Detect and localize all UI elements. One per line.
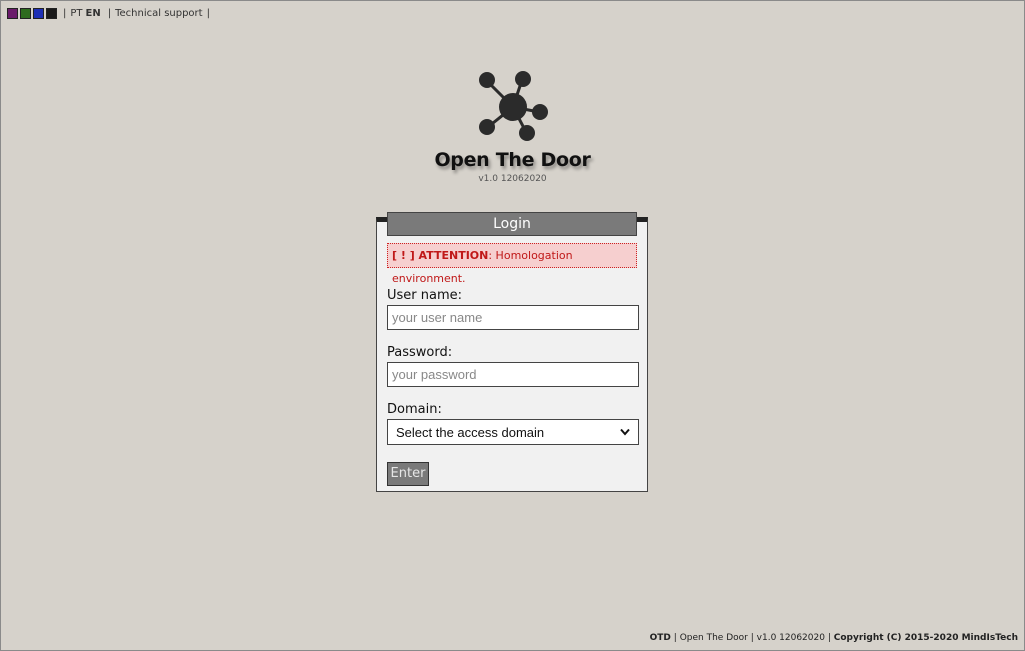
footer-copyright: Copyright (C) 2015-2020 MindIsTech bbox=[833, 633, 1018, 643]
footer-acronym: OTD bbox=[649, 633, 671, 643]
top-toolbar: | PT EN | Technical support | bbox=[7, 6, 214, 20]
language-pt-link[interactable]: PT bbox=[70, 8, 82, 19]
app-version: v1.0 12062020 bbox=[478, 174, 547, 184]
login-panel-title: Login bbox=[387, 212, 637, 236]
theme-swatch-blue[interactable] bbox=[33, 7, 44, 19]
footer-version: v1.0 12062020 bbox=[756, 633, 825, 643]
separator: | bbox=[750, 633, 754, 643]
domain-selected-value: Select the access domain bbox=[396, 424, 545, 440]
password-input[interactable] bbox=[387, 362, 639, 387]
password-label: Password: bbox=[387, 345, 453, 360]
separator: | bbox=[206, 7, 210, 19]
separator: | bbox=[827, 633, 831, 643]
theme-swatch-black[interactable] bbox=[46, 7, 57, 19]
footer: OTD | Open The Door | v1.0 12062020 | Co… bbox=[650, 633, 1018, 643]
theme-swatch-purple[interactable] bbox=[7, 7, 18, 19]
app-branding: Open The Door v1.0 12062020 bbox=[1, 69, 1024, 184]
enter-button[interactable]: Enter bbox=[387, 462, 429, 486]
username-input[interactable] bbox=[387, 305, 639, 330]
environment-warning: [ ! ] ATTENTION: Homologation environmen… bbox=[387, 243, 637, 285]
separator: | bbox=[673, 633, 677, 643]
language-en-link[interactable]: EN bbox=[86, 8, 101, 19]
separator: | bbox=[63, 7, 67, 19]
separator: | bbox=[107, 7, 112, 19]
technical-support-link[interactable]: Technical support bbox=[115, 8, 203, 19]
chevron-down-icon bbox=[620, 428, 630, 436]
domain-select[interactable]: Select the access domain bbox=[387, 419, 639, 445]
theme-swatch-green[interactable] bbox=[20, 7, 31, 19]
app-title: Open The Door bbox=[434, 149, 591, 171]
footer-app-name: Open The Door bbox=[679, 633, 748, 643]
warning-prefix: [ ! ] ATTENTION bbox=[392, 249, 489, 262]
domain-label: Domain: bbox=[387, 402, 442, 417]
username-label: User name: bbox=[387, 288, 463, 303]
network-logo-icon bbox=[478, 71, 548, 141]
login-panel: Login [ ! ] ATTENTION: Homologation envi… bbox=[376, 212, 648, 492]
